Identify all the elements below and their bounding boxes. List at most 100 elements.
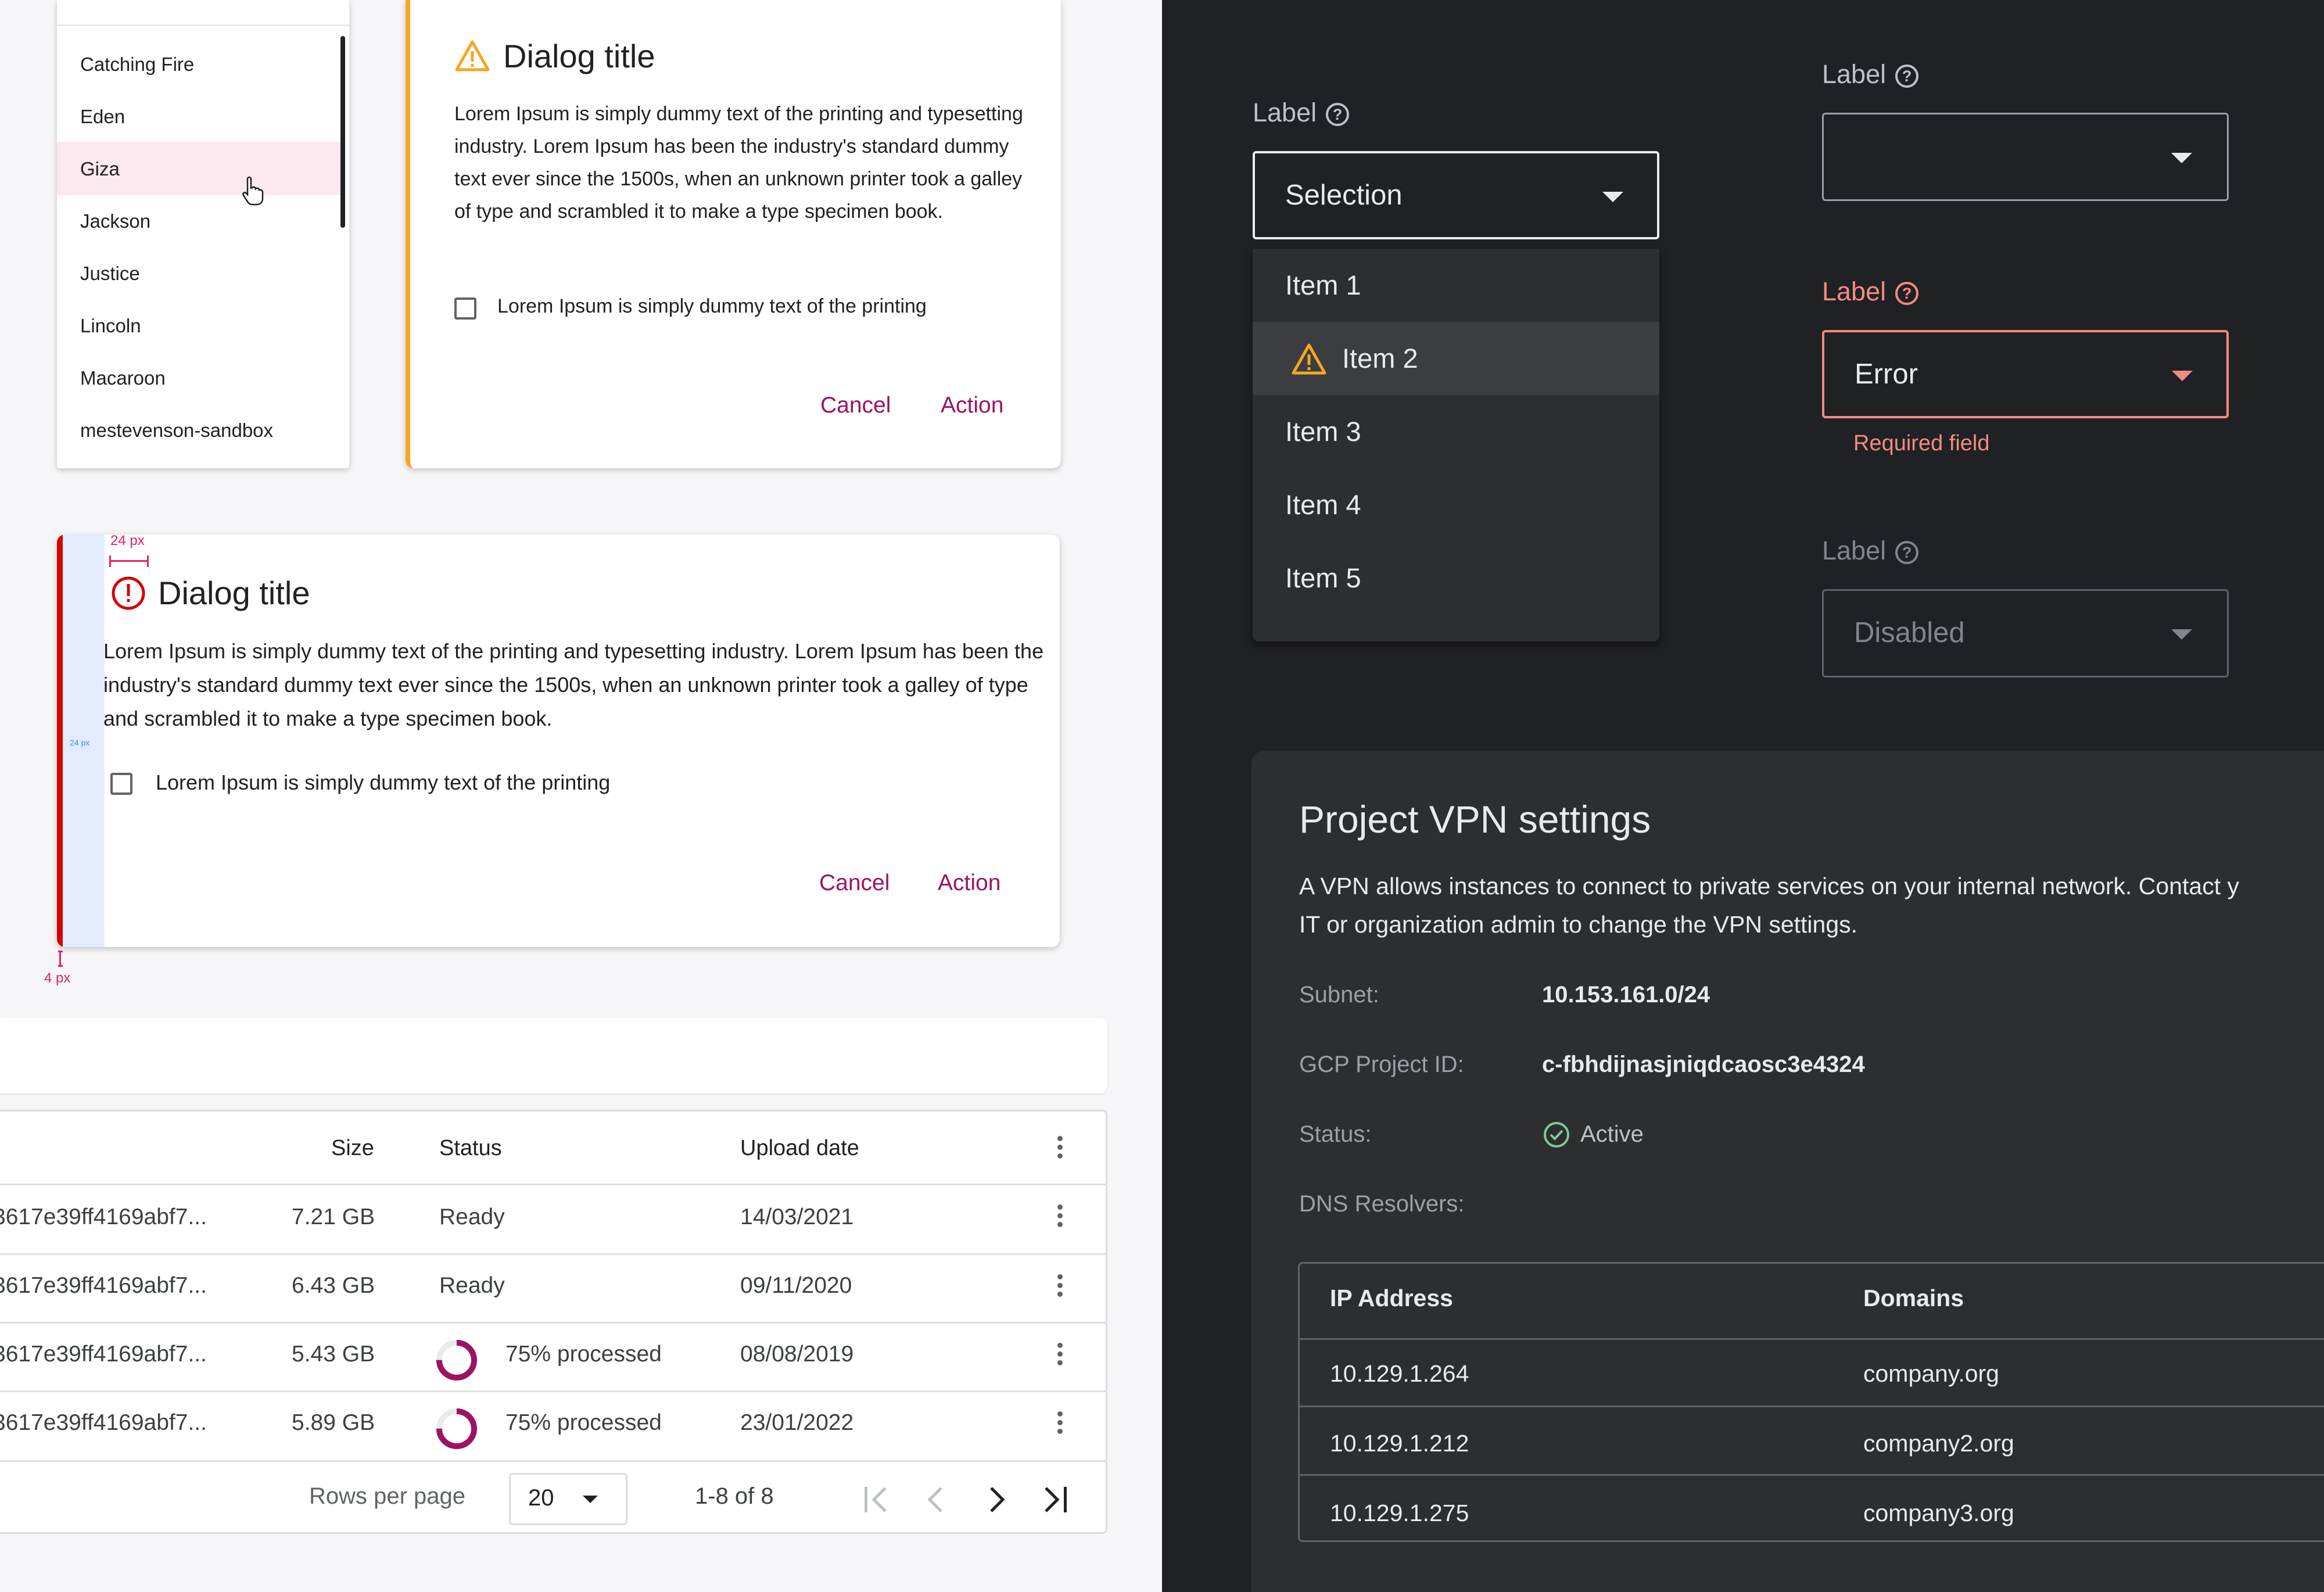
error-helper-text: Required field	[1853, 431, 1990, 456]
dialog-checkbox[interactable]	[454, 297, 476, 320]
action-button[interactable]: Action	[938, 870, 1000, 896]
column-header-ip-address[interactable]: IP Address	[1330, 1285, 1453, 1312]
empty-dropdown[interactable]	[1822, 113, 2229, 201]
project-list-menu: Catching Fire Eden Giza Jackson Justice …	[57, 0, 349, 468]
disabled-dropdown: Disabled	[1822, 589, 2229, 677]
cell-status: Ready	[439, 1204, 505, 1229]
column-header-domains[interactable]: Domains	[1863, 1285, 1964, 1312]
dialog-title: Dialog title	[158, 575, 310, 611]
cell-domain: company.org	[1863, 1360, 1999, 1387]
help-icon[interactable]: ?	[1895, 64, 1919, 88]
cancel-button[interactable]: Cancel	[820, 393, 891, 418]
menu-item-4[interactable]: Item 4	[1253, 468, 1659, 542]
column-header-upload-date[interactable]: Upload date	[740, 1136, 859, 1161]
dropdown-label: Label?	[1822, 59, 1919, 89]
list-item-giza[interactable]: Giza	[80, 158, 120, 180]
redline-top-marker	[109, 555, 149, 567]
dropdown-label: Label?	[1253, 98, 1350, 128]
arrow-drop-down-icon	[2171, 153, 2192, 163]
column-header-status[interactable]: Status	[439, 1136, 502, 1161]
cell-size: 6.43 GB	[292, 1273, 375, 1298]
vpn-title: Project VPN settings	[1299, 798, 1651, 841]
first-page-icon[interactable]	[861, 1483, 891, 1516]
rows-per-page-select[interactable]: 20	[509, 1473, 627, 1525]
arrow-drop-down-icon	[2172, 371, 2193, 381]
action-button[interactable]: Action	[941, 393, 1003, 418]
row-divider	[1300, 1405, 2324, 1407]
more-vert-icon[interactable]	[1057, 1136, 1063, 1162]
cell-status: 75% processed	[505, 1342, 662, 1367]
more-vert-icon[interactable]	[1057, 1343, 1063, 1369]
error-icon	[112, 576, 145, 610]
more-vert-icon[interactable]	[1057, 1411, 1063, 1437]
filter-bar[interactable]	[0, 1018, 1107, 1093]
menu-item-1[interactable]: Item 1	[1253, 249, 1659, 322]
row-divider	[0, 1390, 1107, 1392]
warning-dialog: Dialog title Lorem Ipsum is simply dummy…	[406, 0, 1061, 468]
rows-per-page-label: Rows per page	[309, 1483, 466, 1509]
list-item-catching-fire[interactable]: Catching Fire	[80, 53, 194, 76]
selection-dropdown[interactable]: Selection	[1253, 151, 1659, 239]
list-item-justice[interactable]: Justice	[80, 263, 140, 285]
header-divider	[1300, 1338, 2324, 1340]
cell-file-name[interactable]: 3617e39ff4169abf7...	[0, 1273, 207, 1299]
dropdown-label: Label?	[1822, 536, 1919, 566]
list-item-macaroon[interactable]: Macaroon	[80, 367, 166, 389]
cell-ip-address: 10.129.1.275	[1330, 1500, 1469, 1526]
dns-resolvers-label: DNS Resolvers:	[1299, 1191, 1465, 1217]
dns-table: IP Address Domains 10.129.1.264 company.…	[1298, 1262, 2324, 1542]
menu-item-3[interactable]: Item 3	[1253, 395, 1659, 468]
file-table: Size Status Upload date 3617e39ff4169abf…	[0, 1110, 1107, 1534]
pagination-range: 1-8 of 8	[695, 1483, 774, 1509]
last-page-icon[interactable]	[1040, 1483, 1070, 1516]
cell-ip-address: 10.129.1.212	[1330, 1430, 1469, 1457]
column-header-size[interactable]: Size	[331, 1136, 374, 1161]
row-divider	[1300, 1474, 2324, 1476]
hand-cursor-icon	[242, 177, 264, 206]
cell-status: 75% processed	[505, 1410, 662, 1435]
redline-top-label: 24 px	[110, 533, 145, 548]
dialog-body: Lorem Ipsum is simply dummy text of the …	[454, 103, 1023, 223]
progress-ring-icon	[436, 1340, 477, 1381]
menu-item-5[interactable]: Item 5	[1253, 542, 1659, 615]
cell-file-name[interactable]: 3617e39ff4169abf7...	[0, 1204, 207, 1230]
cell-ip-address: 10.129.1.264	[1330, 1360, 1469, 1387]
cell-domain: company3.org	[1863, 1500, 2014, 1526]
dialog-checkbox[interactable]	[110, 773, 132, 795]
cell-size: 5.43 GB	[292, 1342, 375, 1367]
dialog-title: Dialog title	[503, 38, 655, 74]
list-item-eden[interactable]: Eden	[80, 106, 125, 128]
list-item-jackson[interactable]: Jackson	[80, 210, 150, 232]
next-page-icon[interactable]	[985, 1483, 1009, 1516]
cancel-button[interactable]: Cancel	[819, 870, 890, 896]
list-item-lincoln[interactable]: Lincoln	[80, 315, 141, 337]
help-icon: ?	[1895, 541, 1919, 565]
cell-upload-date: 09/11/2020	[740, 1273, 852, 1298]
more-vert-icon[interactable]	[1057, 1204, 1063, 1231]
cell-size: 7.21 GB	[292, 1204, 375, 1229]
dialog-checkbox-label: Lorem Ipsum is simply dummy text of the …	[497, 295, 927, 317]
row-divider	[0, 1253, 1107, 1255]
project-id-label: GCP Project ID:	[1299, 1052, 1464, 1077]
dropdown-value: Disabled	[1854, 617, 1965, 648]
cell-domain: company2.org	[1863, 1430, 2014, 1457]
cell-upload-date: 14/03/2021	[740, 1204, 854, 1229]
redline-bottom-marker	[58, 951, 63, 967]
project-id-value: c-fbhdijnasjniqdcaosc3e4324	[1542, 1052, 1865, 1077]
error-dropdown[interactable]: Error	[1822, 330, 2229, 418]
help-icon[interactable]: ?	[1895, 282, 1919, 306]
cell-file-name[interactable]: 3617e39ff4169abf7...	[0, 1410, 207, 1436]
dropdown-value: Error	[1855, 358, 1918, 390]
list-item-mestevenson-sandbox[interactable]: mestevenson-sandbox	[80, 419, 273, 442]
arrow-drop-down-icon	[583, 1496, 598, 1503]
redline-bottom-label: 4 px	[44, 970, 71, 986]
status-label: Status:	[1299, 1121, 1372, 1147]
more-vert-icon[interactable]	[1057, 1274, 1063, 1300]
cell-file-name[interactable]: 3617e39ff4169abf7...	[0, 1342, 207, 1367]
help-icon[interactable]: ?	[1326, 103, 1350, 127]
previous-page-icon[interactable]	[924, 1483, 947, 1516]
list-scrollbar[interactable]	[340, 36, 345, 228]
subnet-label: Subnet:	[1299, 982, 1379, 1007]
progress-ring-icon	[436, 1408, 477, 1449]
header-divider	[0, 1184, 1107, 1185]
